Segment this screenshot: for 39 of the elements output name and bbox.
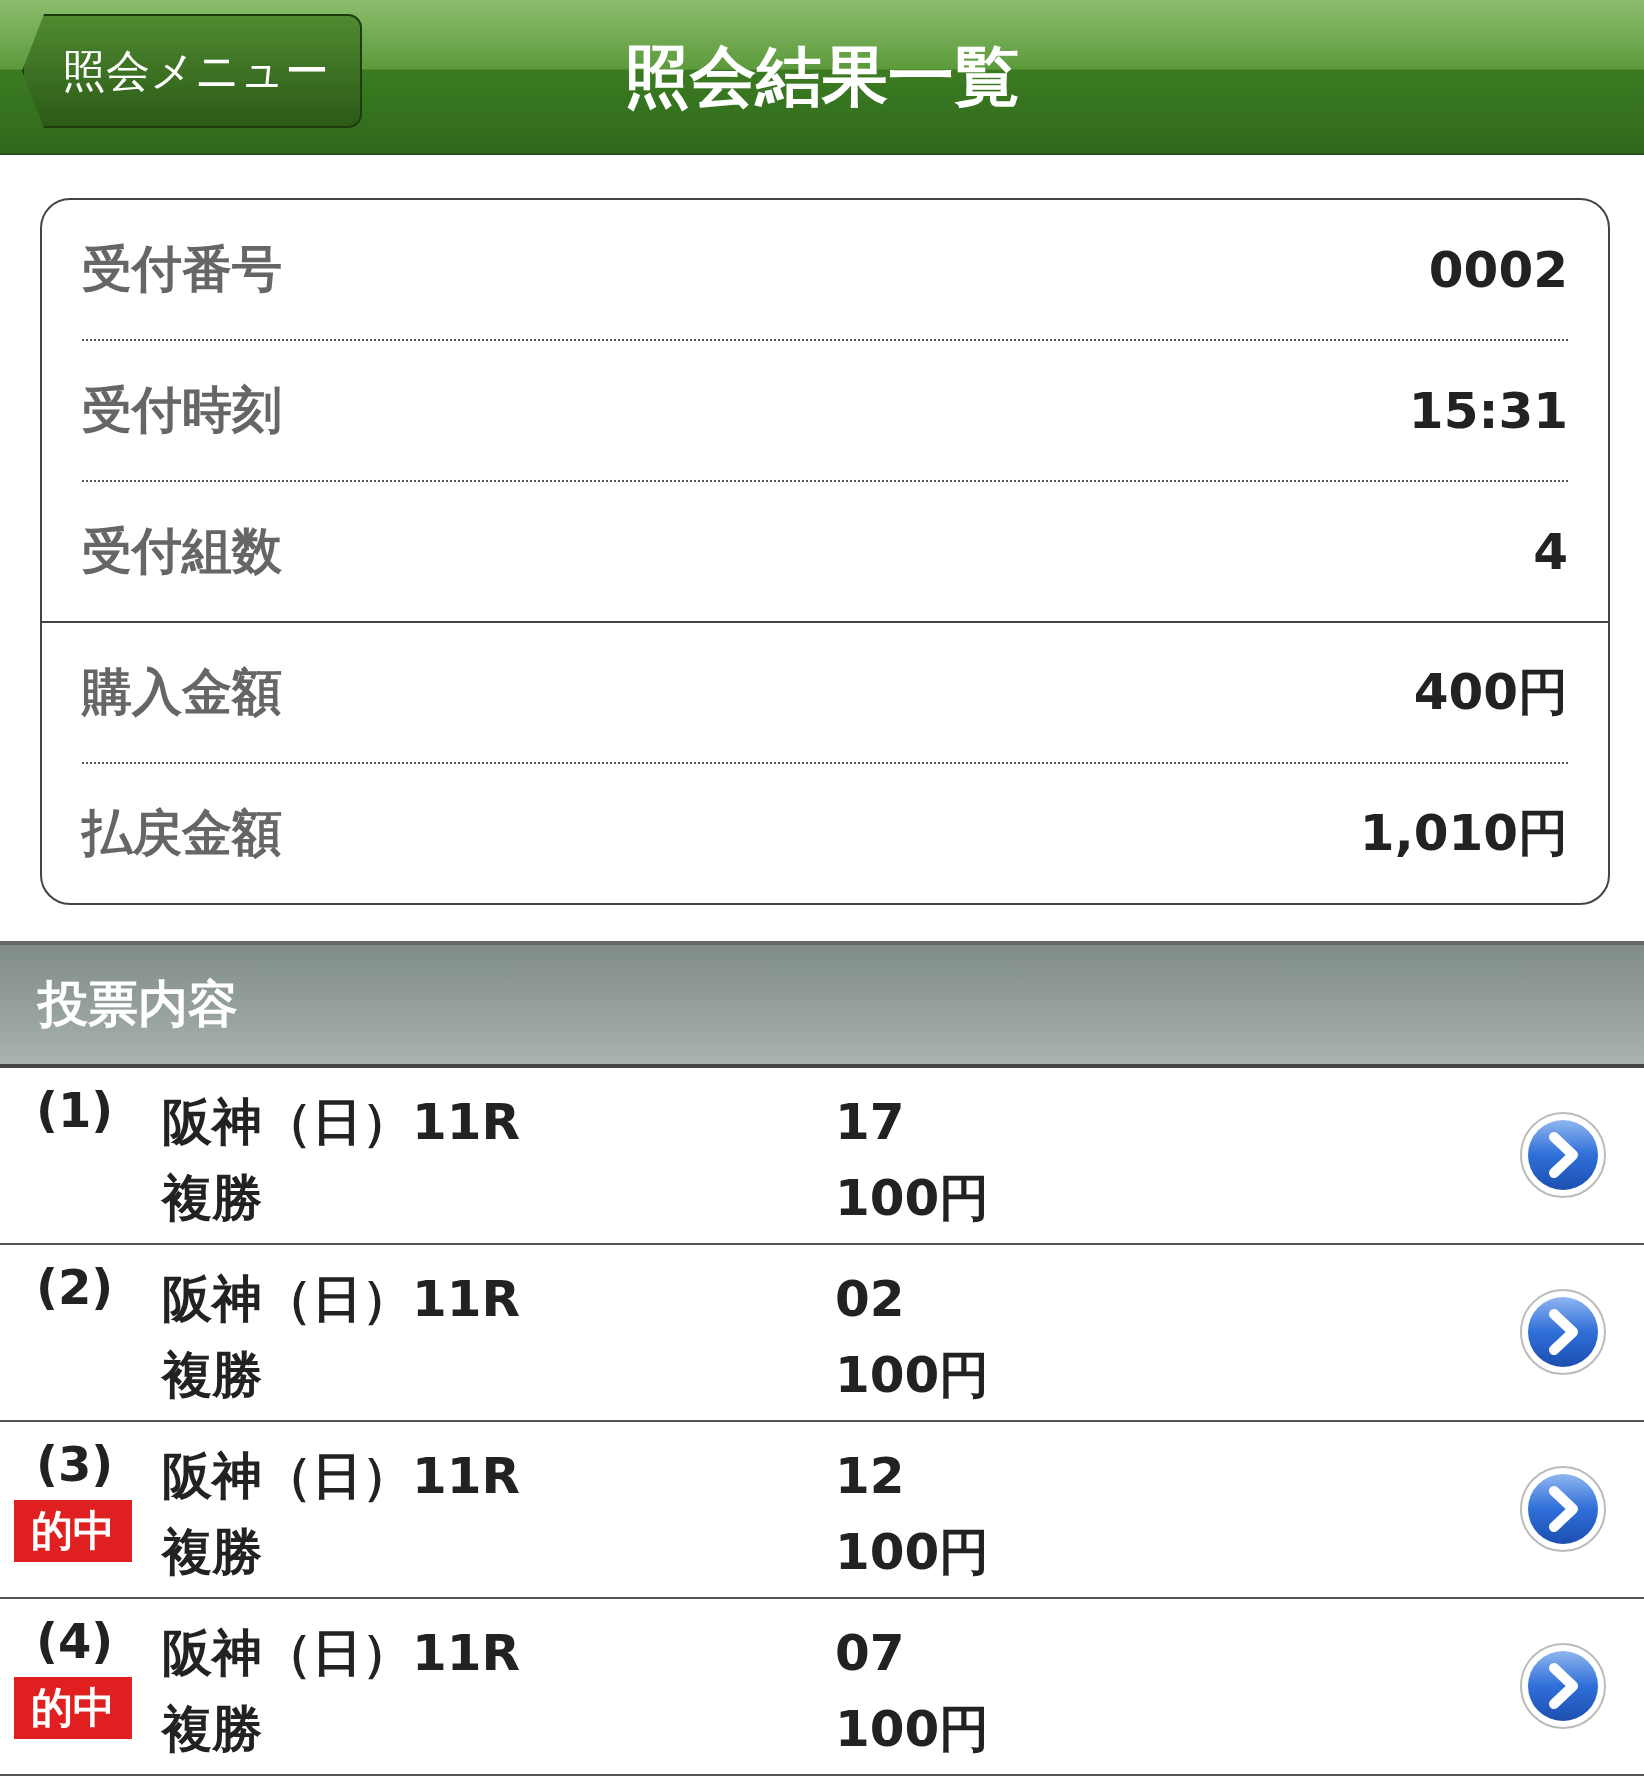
bet-type: 複勝 (162, 1168, 263, 1229)
field-value: 0002 (1428, 240, 1568, 299)
field-label: 受付組数 (82, 521, 282, 582)
hit-badge: 的中 (14, 1500, 132, 1562)
horse-number: 17 (835, 1092, 906, 1153)
chevron-right-icon[interactable] (1518, 1641, 1608, 1731)
bet-type: 複勝 (162, 1699, 263, 1760)
chevron-right-icon[interactable] (1518, 1287, 1608, 1377)
bet-amount: 100円 (835, 1522, 990, 1583)
chevron-right-icon[interactable] (1518, 1110, 1608, 1200)
page-title: 照会結果一覧 (624, 36, 1020, 117)
field-label: 払戻金額 (82, 803, 282, 864)
bet-amount: 100円 (835, 1345, 990, 1406)
bet-type: 複勝 (162, 1345, 263, 1406)
race-name: 阪神（日）11R (162, 1446, 522, 1507)
race-name: 阪神（日）11R (162, 1092, 522, 1153)
bet-type: 複勝 (162, 1522, 263, 1583)
bet-number: (3) (36, 1436, 114, 1492)
horse-number: 02 (835, 1269, 906, 1330)
race-name: 阪神（日）11R (162, 1623, 522, 1684)
bet-number: (2) (36, 1259, 114, 1315)
chevron-right-icon[interactable] (1518, 1464, 1608, 1554)
horse-number: 12 (835, 1446, 906, 1507)
bet-number: (4) (36, 1613, 114, 1669)
hit-badge: 的中 (14, 1677, 132, 1739)
bet-amount: 100円 (835, 1168, 990, 1229)
section-title: 投票内容 (38, 974, 238, 1035)
field-value: 1,010円 (1359, 803, 1568, 864)
bet-amount: 100円 (835, 1699, 990, 1760)
bet-number: (1) (36, 1082, 114, 1138)
race-name: 阪神（日）11R (162, 1269, 522, 1330)
field-label: 受付番号 (82, 239, 282, 300)
horse-number: 07 (835, 1623, 906, 1684)
field-value: 400円 (1413, 662, 1568, 723)
back-button[interactable]: 照会メニュー (22, 14, 362, 128)
field-value: 4 (1533, 522, 1568, 581)
field-label: 受付時刻 (82, 380, 282, 441)
field-value: 15:31 (1408, 381, 1568, 440)
field-label: 購入金額 (82, 662, 282, 723)
